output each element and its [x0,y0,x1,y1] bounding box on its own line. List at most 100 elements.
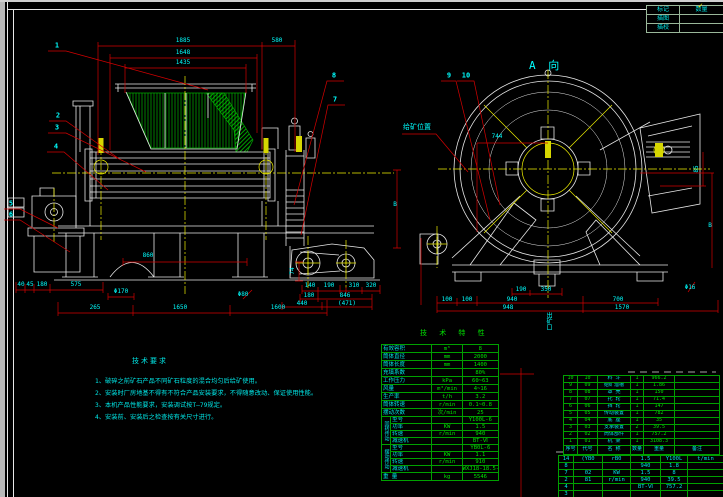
spec-table-header: 技 术 特 性 [420,328,489,338]
balloon-3: 3 [55,125,59,132]
dim-label: 440 [297,301,308,307]
dim-label: 190 [516,287,527,293]
dim-label: 1885 [176,38,190,44]
dim-label: 940 [507,297,518,303]
spec-row: 筒体长度mm1400 [382,361,499,369]
spec-row: 筒体直径mm2000 [382,353,499,361]
spec-weight-row: 重 量kg5546 [382,473,499,481]
balloon-8: 8 [332,73,336,80]
note-line: 2、安装时厂房地基不得有不符合产品安装要求，不得随意改动、保证使用性能。 [95,387,316,399]
corner-row: 描校 [647,24,723,33]
dim-label: 100 [462,297,473,303]
balloon-2: 2 [56,113,60,120]
overlap-row: 4BT-Ⅵ757.2 [559,484,723,491]
notes-lines: 1、破碎之前矿石产品不同矿石粒度的混合均匀后给矿使用。2、安装时厂房地基不得有不… [95,375,325,423]
dim-label: 265 [90,305,101,311]
bom-table: 1010料 斗1966.2909给矿溜槽11.86808罩 壳1150707托 … [563,375,720,455]
balloon-9: 9 [447,73,451,80]
spec-drive-row: 功率KW1.5 [382,424,499,431]
feed-position-label: 给矿位置 [403,122,431,132]
title-block-mini-table: 标记数量描图描校 [646,5,723,33]
spec-row: 筒体转速r/min0.1~0.8 [382,401,499,409]
corner-row: 标记数量 [647,6,723,15]
dim-label: 40 [17,282,24,288]
dim-label: 180 [37,282,48,288]
spec-row: 充填系数80% [382,369,499,377]
corner-row: 描图 [647,15,723,24]
dim-label: 700 [613,297,624,303]
overlap-row: 281r/min94039.5 [559,477,723,484]
overlap-row: 14(YB0rB01.5Y100Lt/min [559,456,723,463]
bom-header-row: 序号代号名 称数量重量备注 [564,446,720,455]
bom-row: 101机 架13108.3 [564,439,720,446]
feed-hopper-hatch [127,93,253,152]
dim-label: 846 [340,293,351,299]
spec-row: 工作压力kPa60~63 [382,377,499,385]
spec-row: 有效容积m³8 [382,345,499,353]
dim-label: 140 [305,283,316,289]
dim-label: 1650 [173,305,187,311]
dim-label: Φ80 [238,292,249,298]
spec-row: 生产率t/h3.2 [382,393,499,401]
notes-block: 技术要求 1、破碎之前矿石产品不同矿石粒度的混合均匀后给矿使用。2、安装时厂房地… [95,356,325,423]
balloon-5: 5 [9,201,13,208]
note-line: 1、破碎之前矿石产品不同矿石粒度的混合均匀后给矿使用。 [95,375,316,387]
spec-drive-row: 转速r/min940 [382,431,499,438]
view-a-title: A 向 [529,57,562,73]
note-line: 4、安装前、安装后之检查按有关尺寸进行。 [95,411,316,423]
bom-row: 808罩 壳1150 [564,390,720,397]
dim-label: 100 [442,297,453,303]
overlap-glitch-table: 14(YB0rB01.5Y100Lt/min89401.8702KW1.5828… [558,455,723,497]
dim-label: 744 [492,134,503,140]
section-b-label: B [708,223,712,229]
dim-label: 860 [143,253,154,259]
spec-drive-row: 功率KW1.1 [382,452,499,459]
balloon-6: 6 [9,212,13,219]
dim-label: 350 [541,287,552,293]
dim-label: Φ16 [685,285,696,291]
spec-drive-row: 减速机WXJ18-18.5-Ⅱ [382,466,499,473]
dim-label: 85 [694,165,700,172]
overlap-row: 89401.8 [559,463,723,470]
discharge-label: 出矿口 [545,312,552,330]
bom-row: 303支承装置239.5 [564,425,720,432]
check-mark: ✓ [698,1,703,10]
spec-row: 摆动次数次/min25 [382,409,499,417]
dim-label: 320 [366,283,377,289]
dim-label: 310 [349,283,360,289]
a-view-linework [420,70,700,286]
dim-label: 1570 [615,305,629,311]
dim-label: 1648 [176,50,190,56]
spec-drive-row: 转速r/min910 [382,459,499,466]
dim-label: 580 [272,38,283,44]
bom-row: 1010料 斗1966.2 [564,376,720,383]
cad-drawing-canvas[interactable]: A 向 给矿位置 出矿口 技 术 特 性 B B 1 2 3 4 5 6 7 8… [0,0,723,497]
dim-label: 1600 [271,305,285,311]
bom-row: 404底 座135 [564,418,720,425]
dim-label: Φ170 [114,289,128,295]
spec-drive-row: 摆动传动型号YB0L-6 [382,445,499,452]
dim-label: 948 [503,305,514,311]
spec-drive-row: 减速机BT-Ⅵ [382,438,499,445]
spec-table: 有效容积m³8筒体直径mm2000筒体长度mm1400充填系数80%工作压力kP… [381,344,499,481]
dim-label: 45 [26,282,33,288]
bom-row: 606挡 轮1147 [564,404,720,411]
overlap-row: 3 [559,491,723,497]
balloon-7: 7 [333,97,337,104]
dim-label: 180 [304,293,315,299]
bom-row: 909给矿溜槽11.86 [564,383,720,390]
overlap-row: 702KW1.58 [559,470,723,477]
dim-label: 575 [71,282,82,288]
balloon-10: 10 [462,73,470,80]
bom-row: 202筒体部件1757.2 [564,432,720,439]
section-b-label: B [393,202,397,208]
notes-title: 技术要求 [132,356,325,366]
dim-label: 74 [290,267,296,274]
dim-label: (471) [338,301,356,307]
balloon-1: 1 [55,43,59,50]
bom-row: 505传动装置1782 [564,411,720,418]
balloon-4: 4 [54,144,58,151]
note-line: 3、本机产品性能要求，安装调试按T—79规定。 [95,399,316,411]
spec-drive-row: 回转传动型号Y100L-6 [382,417,499,424]
dim-label: 1435 [176,60,190,66]
